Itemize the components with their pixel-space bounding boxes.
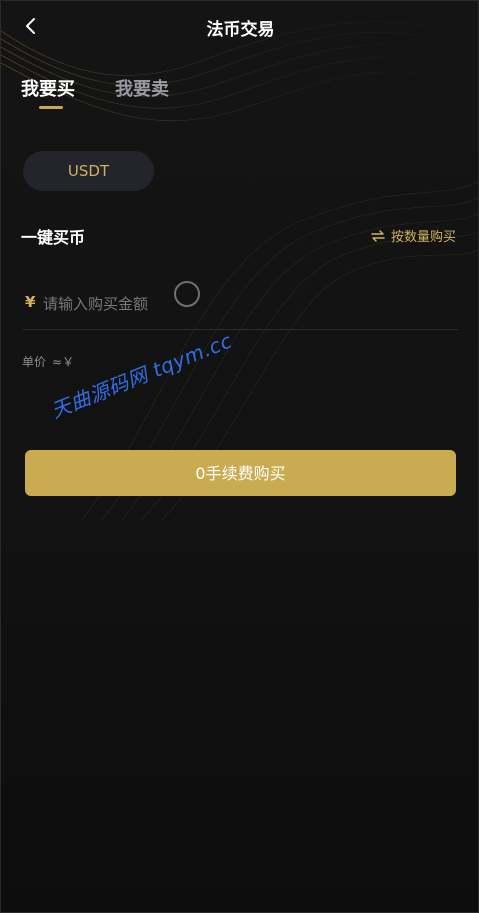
unit-price: 单价 ≈￥: [22, 353, 80, 370]
navigation-bar: 法币交易: [1, 1, 478, 53]
coin-selector-usdt[interactable]: USDT: [23, 151, 154, 191]
tab-sell[interactable]: 我要卖: [115, 75, 169, 101]
zero-fee-buy-button[interactable]: 0手续费购买: [25, 450, 456, 496]
watermark-text: 天曲源码网 tqym.cc: [47, 328, 236, 423]
amount-input[interactable]: [41, 289, 425, 319]
unit-price-label: 单价: [22, 355, 47, 369]
tab-buy[interactable]: 我要买: [21, 75, 75, 101]
swap-arrows-icon: [371, 230, 385, 242]
active-tab-indicator: [39, 106, 63, 109]
quick-buy-title: 一键买币: [21, 228, 86, 247]
buy-by-quantity-toggle[interactable]: 按数量购买: [371, 226, 456, 245]
amount-input-row: ¥: [23, 281, 458, 330]
buy-by-quantity-label: 按数量购买: [390, 230, 456, 245]
currency-symbol: ¥: [25, 293, 36, 311]
unit-price-value: ≈￥: [52, 355, 75, 369]
page-title: 法币交易: [206, 20, 275, 40]
touch-cursor-indicator: [174, 281, 200, 307]
screen: 法币交易 我要买 我要卖 USDT 一键买币 按数量购买 ¥ 单价 ≈￥ 天曲源码…: [0, 0, 479, 913]
